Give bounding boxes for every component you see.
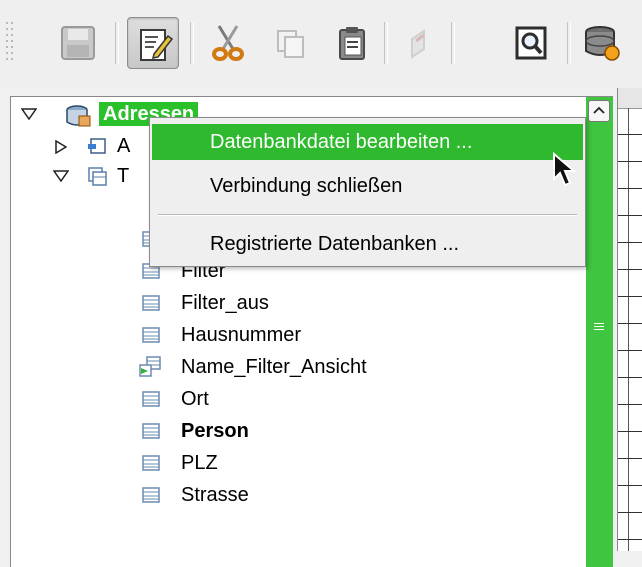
menu-item-edit-database-file[interactable]: Datenbankdatei bearbeiten ... <box>152 124 583 160</box>
tables-folder-icon <box>88 167 107 186</box>
scroll-up-button[interactable] <box>588 100 610 122</box>
menu-item-label: Registrierte Datenbanken ... <box>210 233 460 255</box>
expand-arrow-icon[interactable] <box>21 99 37 129</box>
preview-button[interactable] <box>505 17 557 69</box>
edit-mode-button[interactable] <box>127 17 179 69</box>
database-button[interactable] <box>576 17 628 69</box>
vertical-scrollbar[interactable] <box>586 97 613 567</box>
tree-item-queries[interactable]: A <box>11 131 151 161</box>
scrollbar-grip-icon <box>594 323 604 333</box>
table-icon <box>142 423 160 439</box>
table-icon <box>142 391 160 407</box>
tree-item-label: Filter_aus <box>181 292 269 314</box>
menu-item-label: Datenbankdatei bearbeiten ... <box>210 131 473 153</box>
tree-item-table[interactable]: Strasse <box>11 480 411 510</box>
menu-item-registered-databases[interactable]: Registrierte Datenbanken ... <box>152 226 583 262</box>
tree-item-label: PLZ <box>181 452 218 474</box>
copy-icon <box>277 30 304 58</box>
undo-button[interactable] <box>392 17 444 69</box>
tree-item-tables[interactable]: T <box>11 161 151 191</box>
paste-button[interactable] <box>326 17 378 69</box>
table-icon <box>142 327 160 343</box>
magnifier-document-icon <box>515 26 547 60</box>
table-icon <box>142 455 160 471</box>
floppy-disk-icon <box>61 26 95 60</box>
mouse-pointer-icon <box>553 152 577 187</box>
view-icon <box>139 356 161 377</box>
toolbar <box>0 0 642 86</box>
copy-button[interactable] <box>264 17 316 69</box>
undo-icon <box>411 29 425 59</box>
tree-item-label: Ort <box>181 388 209 410</box>
tree-item-table[interactable]: Hausnummer <box>11 320 411 350</box>
tree-item-label: Name_Filter_Ansicht <box>181 356 367 378</box>
save-button[interactable] <box>52 17 104 69</box>
tree-item-table[interactable]: Person <box>11 416 411 446</box>
chevron-up-icon <box>593 106 605 114</box>
table-view-edge <box>617 88 642 551</box>
table-icon <box>142 295 160 311</box>
scissors-icon <box>212 25 244 61</box>
edit-document-icon <box>140 29 174 61</box>
tree-item-view[interactable]: Name_Filter_Ansicht <box>11 352 411 382</box>
table-icon <box>142 487 160 503</box>
queries-folder-icon <box>88 138 106 154</box>
tree-item-table[interactable]: PLZ <box>11 448 411 478</box>
tree-item-label: Person <box>181 420 249 442</box>
cut-button[interactable] <box>202 17 254 69</box>
tree-item-table[interactable]: Ort <box>11 384 411 414</box>
database-icon <box>66 105 91 127</box>
context-menu: Datenbankdatei bearbeiten ... Verbindung… <box>149 117 586 267</box>
tree-item-label: Hausnummer <box>181 324 302 346</box>
database-icon <box>585 26 620 61</box>
toolbar-grip[interactable] <box>6 22 18 64</box>
clipboard-icon <box>339 27 365 60</box>
collapse-arrow-icon[interactable] <box>55 131 71 161</box>
menu-item-label: Verbindung schließen <box>210 175 403 197</box>
expand-arrow-icon[interactable] <box>53 161 69 191</box>
menu-item-close-connection[interactable]: Verbindung schließen <box>152 168 583 204</box>
tree-item-label: T <box>117 165 130 187</box>
tree-item-label: Strasse <box>181 484 249 506</box>
tree-item-label: A <box>117 135 131 157</box>
menu-separator <box>158 214 577 216</box>
tree-item-table[interactable]: Filter_aus <box>11 288 411 318</box>
